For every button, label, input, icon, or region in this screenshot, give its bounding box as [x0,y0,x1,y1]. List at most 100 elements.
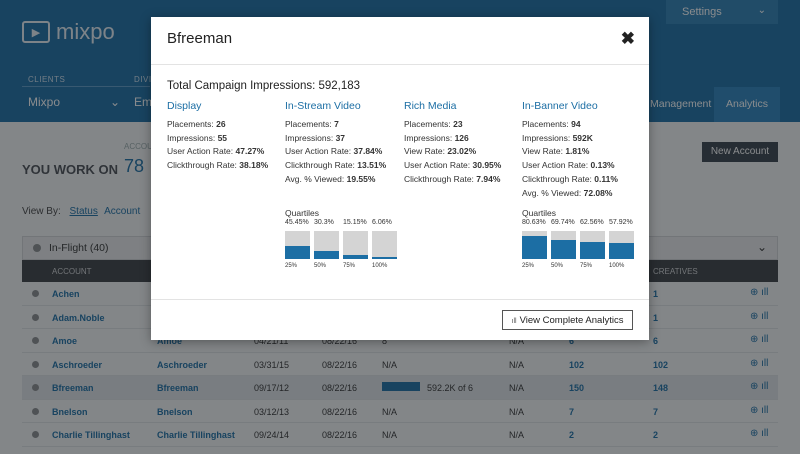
stat-label: User Action Rate: [167,146,234,157]
stat-label: Placements: [285,119,332,129]
stat-value: 23.02% [447,146,477,157]
stat-value: 0.11% [594,173,618,184]
stat-label: Placements: [404,119,451,129]
stat-line: User Action Rate: 37.84% [285,145,403,159]
stat-line: View Rate: 23.02% [404,145,522,159]
stat-line: Clickthrough Rate: 13.51% [285,159,403,173]
stat-label: Avg. % Viewed: [522,187,582,198]
stat-line: Impressions: 37 [285,132,403,146]
stat-value: 1.81% [565,146,590,157]
quartile-track [343,231,368,259]
quartile-track [522,231,547,259]
stat-line: Clickthrough Rate: 38.18% [167,159,285,173]
quartile-fill [314,250,339,259]
quartile-percent: 69.74% [551,219,575,226]
stat-value: 7 [334,119,339,129]
section-title: Display [167,100,202,112]
rich-media-stats: Rich Media Placements: 23 Impressions: 1… [404,100,522,187]
stat-label: Impressions: [522,132,571,143]
display-stats: Display Placements: 26 Impressions: 55 U… [167,100,285,173]
stat-label: Clickthrough Rate: [285,160,355,171]
quartile-percent: 57.92% [609,219,633,226]
view-complete-analytics-button[interactable]: ıll View Complete Analytics [502,310,633,330]
quartile-key: 25% [522,263,535,269]
bar-chart-icon: ıll [511,318,517,325]
quartile-key: 75% [580,263,593,269]
quartile-track [372,231,397,259]
close-icon[interactable]: ✖ [621,29,635,49]
section-title: In-Stream Video [285,100,361,112]
stat-value: 26 [216,119,226,129]
quartile-key: 100% [372,263,388,269]
stat-line: Clickthrough Rate: 7.94% [404,173,522,187]
quartile-key: 100% [609,263,625,269]
stat-label: View Rate: [522,146,563,157]
quartile-key: 75% [343,263,356,269]
quartile-fill [551,239,576,259]
quartile-percent: 6.06% [372,219,392,226]
stat-label: View Rate: [404,146,445,157]
stat-line: Avg. % Viewed: 19.55% [285,173,403,187]
quartile-fill [522,236,547,259]
stat-label: Placements: [167,119,214,129]
stat-label: User Action Rate: [285,146,352,157]
stat-label: Clickthrough Rate: [404,173,474,184]
quartile-track [580,231,605,259]
stat-label: User Action Rate: [404,160,471,171]
stat-line: User Action Rate: 30.95% [404,159,522,173]
total-impressions: Total Campaign Impressions: 592,183 [167,80,361,92]
stat-value: 47.27% [235,146,265,157]
stat-value: 72.08% [583,187,613,198]
stat-label: Placements: [522,119,569,129]
stat-value: 37 [335,132,346,143]
stat-line: Avg. % Viewed: 72.08% [522,187,640,201]
modal-title: Bfreeman [167,30,233,47]
stat-label: Clickthrough Rate: [522,173,592,184]
stat-line: Impressions: 55 [167,132,285,146]
in-banner-quartiles: Quartiles 80.63% 25% 69.74% 50% 62.56% 7… [522,208,634,269]
stat-line: Placements: 23 [404,118,522,132]
stat-line: Placements: 26 [167,118,285,132]
quartiles-label: Quartiles [522,208,557,218]
stat-value: 94 [571,119,581,129]
stat-value: 0.13% [590,160,615,171]
quartile-fill [285,246,310,259]
stat-line: User Action Rate: 0.13% [522,159,640,173]
stat-line: Clickthrough Rate: 0.11% [522,173,640,187]
quartile-percent: 62.56% [580,219,604,226]
stat-line: View Rate: 1.81% [522,145,640,159]
quartile-track [551,231,576,259]
in-stream-quartiles: Quartiles 45.45% 25% 30.3% 50% 15.15% 75… [285,208,397,269]
in-banner-video-stats: In-Banner Video Placements: 94 Impressio… [522,100,640,200]
quartile-fill [609,242,634,259]
stat-line: Placements: 94 [522,118,640,132]
stat-label: Impressions: [167,132,216,143]
quartile-track [285,231,310,259]
quartile-fill [343,254,368,259]
quartile-fill [580,241,605,259]
quartile-percent: 80.63% [522,219,546,226]
in-stream-video-stats: In-Stream Video Placements: 7 Impression… [285,100,403,187]
section-title: Rich Media [404,100,457,112]
stat-value: 30.95% [472,160,502,171]
stat-label: Impressions: [285,132,334,143]
stat-value: 19.55% [346,173,376,184]
divider [151,64,649,65]
quartile-key: 25% [285,263,298,269]
stat-label: Avg. % Viewed: [285,173,345,184]
stat-value: 13.51% [357,160,387,171]
stat-line: User Action Rate: 47.27% [167,145,285,159]
stat-value: 7.94% [476,173,501,184]
quartile-key: 50% [551,263,564,269]
stat-value: 38.18% [239,160,269,171]
divider [151,299,649,300]
quartiles-label: Quartiles [285,208,320,218]
stat-value: 23 [453,119,463,129]
quartile-track [314,231,339,259]
quartile-percent: 45.45% [285,219,309,226]
stat-line: Impressions: 592K [522,132,640,146]
quartile-percent: 30.3% [314,219,334,226]
stat-value: 592K [572,132,593,143]
stat-line: Placements: 7 [285,118,403,132]
stat-label: User Action Rate: [522,160,589,171]
